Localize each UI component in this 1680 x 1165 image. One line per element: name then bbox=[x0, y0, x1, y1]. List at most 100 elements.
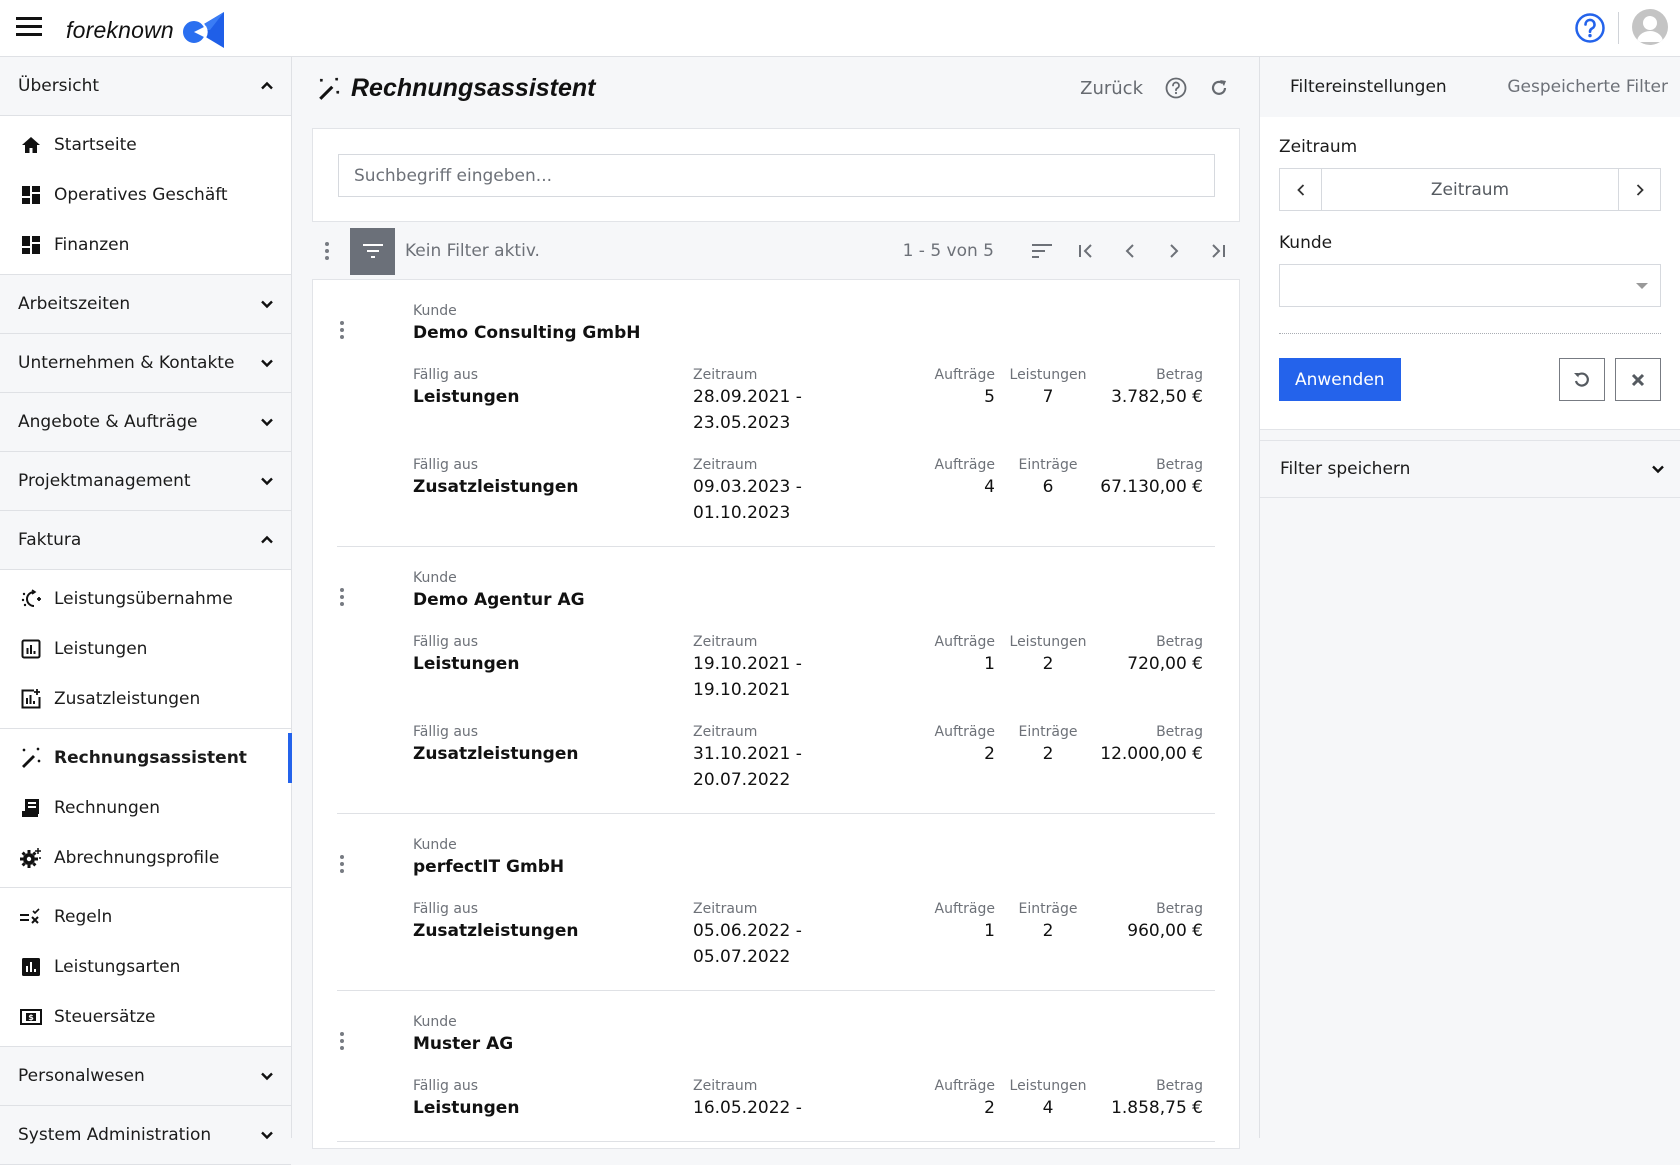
first-page-button[interactable] bbox=[1064, 235, 1108, 267]
sidebar-item-rechnungsassistent[interactable]: Rechnungsassistent bbox=[0, 733, 292, 783]
source-value: Zusatzleistungen bbox=[413, 477, 579, 497]
back-button[interactable]: Zurück bbox=[1080, 78, 1143, 99]
sidebar-section-label: Faktura bbox=[18, 530, 82, 550]
period-next-button[interactable] bbox=[1618, 169, 1660, 210]
chevron-down-icon bbox=[1652, 465, 1664, 474]
sidebar-section-angebote-auftraege[interactable]: Angebote & Aufträge bbox=[0, 393, 291, 452]
entries-label: Einträge bbox=[1018, 724, 1078, 740]
invoice-row[interactable]: Fällig aus Leistungen Zeitraum 16.05.2022 … bbox=[413, 1077, 1215, 1121]
orders-label: Aufträge bbox=[934, 724, 995, 740]
sidebar-section-label: Projektmanagement bbox=[18, 471, 191, 491]
page-title: Rechnungsassistent bbox=[351, 74, 596, 102]
card-menu-icon[interactable] bbox=[327, 1032, 357, 1050]
customer-card: Kunde Muster AG Fällig aus Leistungen Zei… bbox=[337, 991, 1215, 1142]
orders-label: Aufträge bbox=[934, 901, 995, 917]
logo[interactable]: foreknown bbox=[66, 12, 224, 48]
sidebar-item-regeln[interactable]: Regeln bbox=[0, 892, 291, 942]
chevron-down-icon bbox=[261, 477, 273, 486]
card-menu-icon[interactable] bbox=[327, 321, 357, 339]
source-value: Zusatzleistungen bbox=[413, 744, 579, 764]
tab-filter-settings[interactable]: Filtereinstellungen bbox=[1290, 77, 1447, 97]
source-label: Fällig aus bbox=[413, 367, 479, 383]
sidebar-item-leistungsarten[interactable]: Leistungsarten bbox=[0, 942, 291, 992]
source-label: Fällig aus bbox=[413, 1078, 479, 1094]
source-label: Fällig aus bbox=[413, 457, 479, 473]
save-filter-label: Filter speichern bbox=[1280, 459, 1411, 479]
sort-button[interactable] bbox=[1020, 235, 1064, 267]
invoice-row[interactable]: Fällig aus Zusatzleistungen Zeitraum 05.06… bbox=[413, 900, 1215, 970]
search-container bbox=[312, 128, 1240, 222]
period-label: Zeitraum bbox=[693, 634, 758, 650]
sidebar-section-projektmanagement[interactable]: Projektmanagement bbox=[0, 452, 291, 511]
last-page-button[interactable] bbox=[1196, 235, 1240, 267]
sidebar-item-operatives-geschaeft[interactable]: Operatives Geschäft bbox=[0, 170, 291, 220]
help-icon[interactable] bbox=[1165, 77, 1187, 99]
entries-label: Leistungen bbox=[1009, 1078, 1087, 1094]
auto-import-icon bbox=[20, 588, 42, 610]
search-input[interactable] bbox=[338, 154, 1215, 197]
sidebar-item-finanzen[interactable]: Finanzen bbox=[0, 220, 291, 270]
customer-select[interactable] bbox=[1279, 264, 1661, 307]
card-menu-icon[interactable] bbox=[327, 855, 357, 873]
magic-wand-icon bbox=[20, 747, 42, 769]
sidebar-item-zusatzleistungen[interactable]: Zusatzleistungen bbox=[0, 674, 291, 724]
sidebar-section-personalwesen[interactable]: Personalwesen bbox=[0, 1047, 291, 1106]
sidebar-item-label: Steuersätze bbox=[54, 1007, 156, 1027]
period-to: 23.05.2023 bbox=[693, 413, 791, 433]
help-circle-icon[interactable] bbox=[1574, 12, 1606, 44]
sidebar-item-startseite[interactable]: Startseite bbox=[0, 120, 291, 170]
entries-count: 2 bbox=[1042, 744, 1054, 764]
invoice-row[interactable]: Fällig aus Zusatzleistungen Zeitraum 09.03… bbox=[413, 456, 1215, 526]
invoice-row[interactable]: Fällig aus Zusatzleistungen Zeitraum 31.10… bbox=[413, 723, 1215, 793]
sidebar-section-arbeitszeiten[interactable]: Arbeitszeiten bbox=[0, 275, 291, 334]
customer-card: Kunde Demo Consulting GmbH Fällig aus Lei… bbox=[337, 280, 1215, 547]
source-label: Fällig aus bbox=[413, 901, 479, 917]
amount-value: 3.782,50 € bbox=[1111, 387, 1203, 407]
customer-label: Kunde bbox=[413, 837, 457, 853]
clear-filter-button[interactable] bbox=[1615, 358, 1661, 401]
sidebar-section-uebersicht[interactable]: Übersicht bbox=[0, 57, 291, 116]
sidebar-item-leistungsuebernahme[interactable]: Leistungsübernahme bbox=[0, 574, 291, 624]
customer-filter-label: Kunde bbox=[1279, 233, 1333, 253]
gear-sparkle-icon bbox=[20, 847, 42, 869]
refresh-icon[interactable] bbox=[1209, 78, 1229, 98]
period-prev-button[interactable] bbox=[1280, 169, 1322, 210]
sidebar-section-faktura[interactable]: Faktura bbox=[0, 511, 291, 570]
sidebar-item-label: Abrechnungsprofile bbox=[54, 848, 220, 868]
filter-toggle-button[interactable] bbox=[350, 227, 395, 275]
sidebar-item-steuersaetze[interactable]: $ Steuersätze bbox=[0, 992, 291, 1042]
save-filter-accordion[interactable]: Filter speichern bbox=[1260, 440, 1680, 498]
sidebar-section-unternehmen-kontakte[interactable]: Unternehmen & Kontakte bbox=[0, 334, 291, 393]
hamburger-icon[interactable] bbox=[16, 17, 42, 39]
sidebar-item-leistungen[interactable]: Leistungen bbox=[0, 624, 291, 674]
sidebar-item-abrechnungsprofile[interactable]: Abrechnungsprofile bbox=[0, 833, 291, 883]
entries-label: Leistungen bbox=[1009, 634, 1087, 650]
period-picker: Zeitraum bbox=[1279, 168, 1661, 211]
prev-page-button[interactable] bbox=[1108, 235, 1152, 267]
orders-count: 4 bbox=[984, 477, 995, 497]
sidebar-item-rechnungen[interactable]: Rechnungen bbox=[0, 783, 291, 833]
sidebar-section-label: System Administration bbox=[18, 1125, 212, 1145]
invoice-row[interactable]: Fällig aus Leistungen Zeitraum 28.09.2021 … bbox=[413, 366, 1215, 436]
brand-name: foreknown bbox=[66, 16, 174, 43]
customer-label: Kunde bbox=[413, 303, 457, 319]
more-options-icon[interactable] bbox=[312, 242, 342, 260]
reset-filter-button[interactable] bbox=[1559, 358, 1605, 401]
entries-label: Einträge bbox=[1018, 901, 1078, 917]
period-from: 28.09.2021 - bbox=[693, 387, 802, 407]
sidebar-group-uebersicht: Startseite Operatives Geschäft Finanzen bbox=[0, 116, 291, 275]
sidebar-section-label: Personalwesen bbox=[18, 1066, 145, 1086]
orders-label: Aufträge bbox=[934, 1078, 995, 1094]
svg-text:$: $ bbox=[28, 1013, 34, 1022]
user-avatar-icon[interactable] bbox=[1632, 9, 1668, 45]
card-menu-icon[interactable] bbox=[327, 588, 357, 606]
period-select[interactable]: Zeitraum bbox=[1322, 169, 1618, 210]
orders-label: Aufträge bbox=[934, 634, 995, 650]
next-page-button[interactable] bbox=[1152, 235, 1196, 267]
sidebar-section-system-administration[interactable]: System Administration bbox=[0, 1106, 291, 1165]
period-label: Zeitraum bbox=[693, 367, 758, 383]
tab-saved-filters[interactable]: Gespeicherte Filter bbox=[1507, 77, 1668, 97]
apply-button[interactable]: Anwenden bbox=[1279, 358, 1401, 401]
chevron-down-icon bbox=[261, 1072, 273, 1081]
invoice-row[interactable]: Fällig aus Leistungen Zeitraum 19.10.2021 … bbox=[413, 633, 1215, 703]
